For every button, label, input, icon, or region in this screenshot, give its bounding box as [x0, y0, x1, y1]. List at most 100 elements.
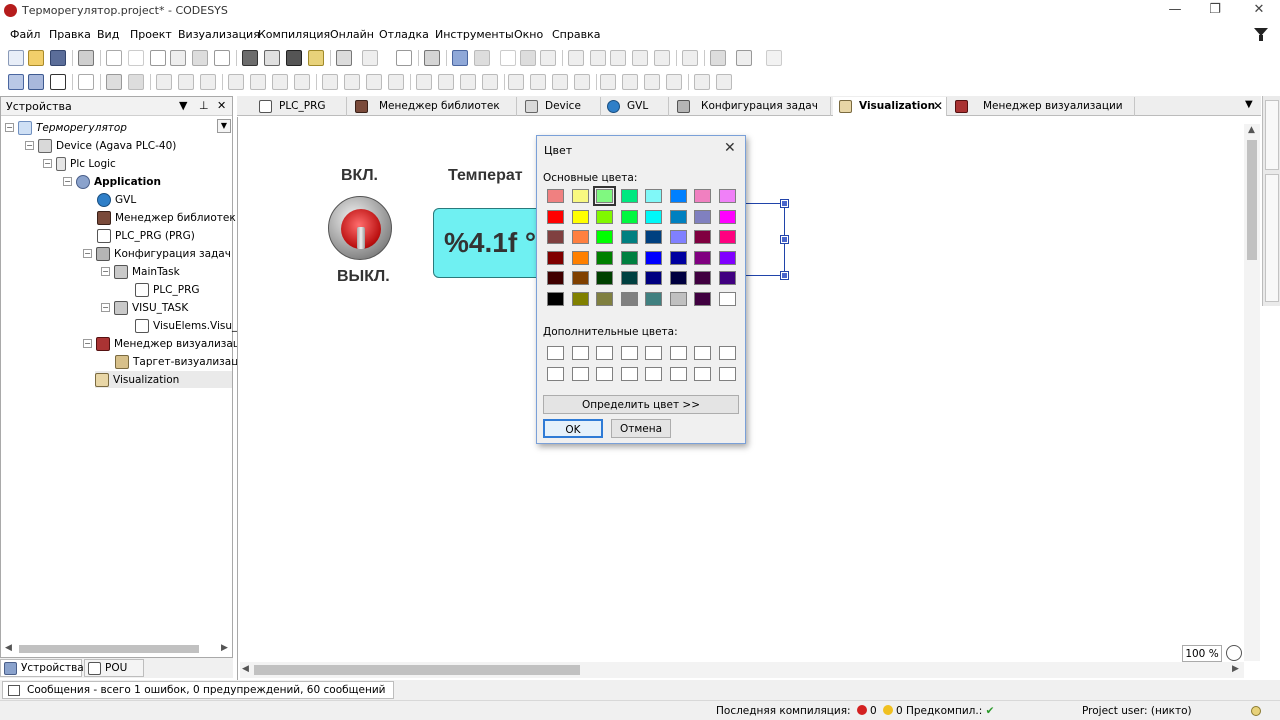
color-swatch[interactable] — [620, 209, 638, 224]
align-center-h-icon[interactable] — [178, 74, 194, 90]
spacing-v-increase-icon[interactable] — [460, 74, 476, 90]
resize-handle[interactable] — [780, 235, 789, 244]
breakpoint-icon[interactable] — [568, 50, 584, 66]
selected-element-frame[interactable] — [745, 203, 785, 276]
color-swatch[interactable] — [645, 291, 662, 306]
color-swatch[interactable] — [694, 230, 711, 244]
same-size-icon[interactable] — [294, 74, 310, 90]
ok-button[interactable]: OK — [543, 419, 603, 438]
logout-icon[interactable] — [474, 50, 490, 66]
group-icon[interactable] — [106, 74, 122, 90]
menu-view[interactable]: Вид — [97, 28, 119, 41]
tab-list-dropdown-icon[interactable]: ▼ — [1245, 99, 1253, 110]
scroll-up-icon[interactable]: ▲ — [1248, 125, 1255, 135]
color-swatch[interactable] — [718, 271, 736, 285]
tab-pou[interactable]: POU — [84, 659, 144, 677]
paste-icon[interactable] — [192, 50, 208, 66]
align-bottom-icon[interactable] — [272, 74, 288, 90]
menu-tools[interactable]: Инструменты — [435, 28, 514, 41]
custom-color-swatch[interactable] — [571, 366, 589, 381]
align-top-icon[interactable] — [228, 74, 244, 90]
find-in-project-icon[interactable] — [308, 50, 324, 66]
interface-editor-icon[interactable] — [396, 50, 412, 66]
tree-node-visu-task[interactable]: − VISU_TASK — [101, 299, 188, 316]
spacing-h-icon[interactable] — [344, 74, 360, 90]
same-width-icon[interactable] — [508, 74, 524, 90]
tree-node-maintask-plc-prg[interactable]: PLC_PRG — [135, 281, 200, 298]
unforce-values-icon[interactable] — [766, 50, 782, 66]
menu-window[interactable]: Окно — [514, 28, 543, 41]
find-icon[interactable] — [242, 50, 258, 66]
zoom-level[interactable]: 100 % — [1182, 645, 1222, 662]
background-icon[interactable] — [694, 74, 710, 90]
custom-color-swatch[interactable] — [596, 346, 613, 360]
color-swatch[interactable] — [718, 250, 736, 265]
tree-node-application[interactable]: − Application — [63, 173, 161, 190]
step-over-icon[interactable] — [590, 50, 606, 66]
tab-task-config[interactable]: Конфигурация задач — [671, 97, 831, 116]
bookmark-icon[interactable] — [336, 50, 352, 66]
minimize-button[interactable]: — — [1160, 2, 1190, 20]
color-swatch[interactable] — [645, 189, 662, 203]
cancel-button[interactable]: Отмена — [611, 419, 671, 438]
resize-handle[interactable] — [780, 199, 789, 208]
find-next-icon[interactable] — [286, 50, 302, 66]
color-swatch[interactable] — [669, 291, 687, 306]
menu-file[interactable]: Файл — [10, 28, 40, 41]
color-swatch[interactable] — [571, 230, 589, 244]
color-swatch[interactable] — [596, 230, 613, 244]
color-swatch[interactable] — [694, 189, 711, 203]
custom-color-swatch[interactable] — [669, 366, 687, 381]
close-window-button[interactable]: ✕ — [1244, 2, 1274, 20]
tree-node-library-manager[interactable]: Менеджер библиотек — [97, 209, 236, 226]
tree-node-target-visu[interactable]: Таргет-визуализаци — [115, 353, 245, 370]
spacing-h-increase-icon[interactable] — [366, 74, 382, 90]
bring-forward-icon[interactable] — [622, 74, 638, 90]
scrollbar-thumb[interactable] — [1247, 140, 1257, 260]
color-swatch[interactable] — [645, 250, 662, 265]
custom-color-swatch[interactable] — [645, 346, 662, 360]
menu-edit[interactable]: Правка — [49, 28, 91, 41]
collapse-icon[interactable]: − — [43, 159, 52, 168]
color-swatch[interactable] — [694, 291, 711, 306]
same-height-icon[interactable] — [530, 74, 546, 90]
toolbox-side-tab[interactable] — [1265, 174, 1279, 302]
color-swatch[interactable] — [571, 209, 589, 224]
table-icon[interactable] — [50, 74, 66, 90]
collapse-icon[interactable]: − — [25, 141, 34, 150]
force-values-icon[interactable] — [736, 50, 752, 66]
distribute-h-icon[interactable] — [322, 74, 338, 90]
properties-side-tab[interactable] — [1265, 100, 1279, 170]
custom-color-swatch[interactable] — [645, 366, 662, 381]
start-icon[interactable] — [500, 50, 516, 66]
collapse-icon[interactable]: − — [5, 123, 14, 132]
custom-color-swatch[interactable] — [620, 346, 638, 360]
undo-icon[interactable] — [106, 50, 122, 66]
custom-color-swatch[interactable] — [571, 346, 589, 360]
color-swatch[interactable] — [620, 189, 638, 203]
color-swatch[interactable] — [596, 271, 613, 285]
copy-icon[interactable] — [170, 50, 186, 66]
scroll-left-icon[interactable]: ◀ — [5, 643, 12, 653]
new-file-icon[interactable] — [8, 50, 24, 66]
messages-tab[interactable]: Сообщения - всего 1 ошибок, 0 предупрежд… — [2, 681, 395, 699]
step-into-icon[interactable] — [610, 50, 626, 66]
tree-node-plc-prg[interactable]: PLC_PRG (PRG) — [97, 227, 195, 244]
pin-icon[interactable]: ⊥ — [199, 99, 209, 112]
scrollbar-thumb[interactable] — [19, 645, 199, 653]
scroll-right-icon[interactable]: ▶ — [221, 643, 228, 653]
grid-icon[interactable] — [716, 74, 732, 90]
scroll-left-icon[interactable]: ◀ — [242, 664, 249, 674]
color-swatch[interactable] — [596, 209, 613, 224]
color-swatch[interactable] — [620, 291, 638, 306]
color-swatch[interactable] — [694, 271, 711, 285]
stop-icon[interactable] — [520, 50, 536, 66]
tab-library-manager[interactable]: Менеджер библиотек — [349, 97, 517, 116]
color-swatch[interactable] — [620, 250, 638, 265]
replace-icon[interactable] — [264, 50, 280, 66]
send-to-back-icon[interactable] — [666, 74, 682, 90]
color-swatch[interactable] — [596, 291, 613, 306]
collapse-icon[interactable]: − — [101, 267, 110, 276]
color-swatch[interactable] — [718, 230, 736, 244]
tab-visualization[interactable]: Visualization ✕ — [833, 97, 947, 116]
